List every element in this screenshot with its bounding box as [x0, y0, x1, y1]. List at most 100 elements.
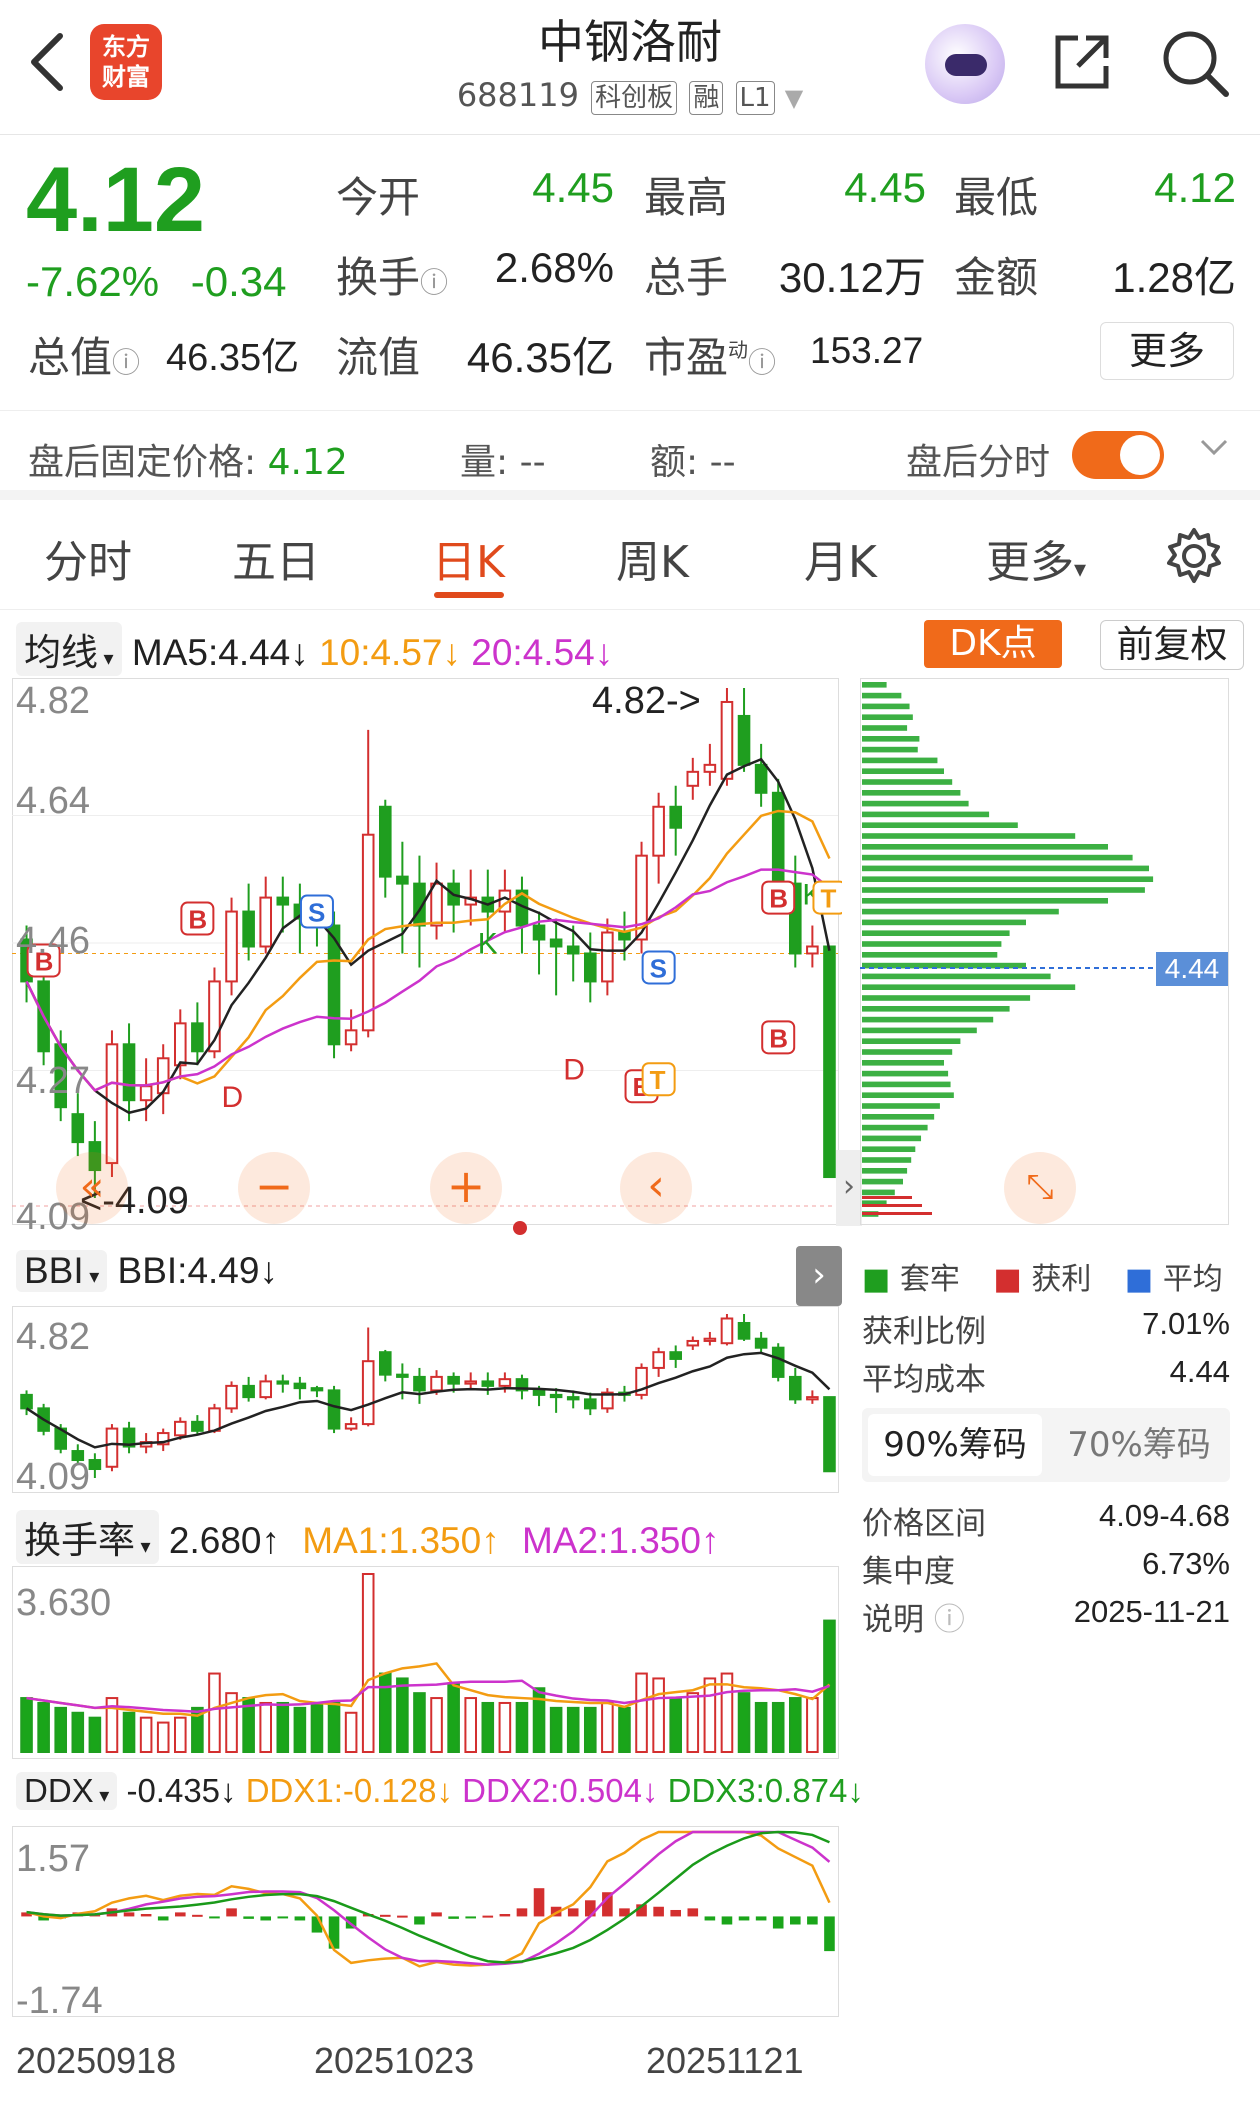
info-icon[interactable]: ⓘ — [748, 346, 776, 379]
turnover-bar — [703, 1677, 717, 1753]
turnover-bar — [396, 1677, 409, 1753]
stock-meta[interactable]: 688119 科创板 融 L1 ▼ — [400, 76, 860, 115]
chip-bar — [862, 1027, 977, 1034]
candle-body — [823, 1396, 836, 1473]
turnover-bar — [737, 1692, 751, 1754]
turnover-bar — [464, 1697, 478, 1753]
candle-body — [652, 805, 665, 857]
ddx-selector[interactable]: DDX ▾ — [16, 1772, 118, 1810]
tab-weekly-k[interactable]: 周K — [616, 526, 689, 590]
turnover-bar — [481, 1701, 495, 1753]
pe-label[interactable]: 市盈动ⓘ — [644, 324, 776, 385]
expand-right-icon[interactable]: › — [836, 1150, 862, 1226]
turnover-selector[interactable]: 换手率 ▾ — [16, 1510, 159, 1564]
info-icon[interactable]: ⓘ — [420, 266, 448, 299]
candle-body — [361, 833, 375, 1032]
logo-text-line2: 财富 — [102, 63, 150, 91]
ddx-bar — [192, 1914, 203, 1917]
turnover-bar — [276, 1701, 290, 1753]
candle-body — [173, 1420, 187, 1437]
tab-more[interactable]: 更多▾ — [986, 526, 1086, 590]
note-row[interactable]: 说明 ⓘ 2025-11-21 — [862, 1594, 1230, 1639]
ddx-bar — [123, 1912, 135, 1917]
total-mv-label[interactable]: 总值ⓘ — [28, 324, 140, 385]
open-label: 今开 — [336, 173, 421, 222]
ai-assistant-icon[interactable] — [925, 24, 1005, 104]
collapse-panel-icon[interactable]: › — [796, 1246, 842, 1306]
candle-body — [720, 1317, 734, 1345]
ddx-bar — [226, 1908, 237, 1917]
turnover-value: 2.68% — [494, 244, 614, 291]
turnover-label[interactable]: 换手ⓘ — [336, 244, 448, 305]
max-price-marker: 4.82-> — [592, 680, 701, 722]
ddx-bar — [738, 1916, 750, 1921]
low-value: 4.12 — [1154, 164, 1236, 211]
info-icon[interactable]: ⓘ — [934, 1602, 965, 1638]
after-hours-toggle[interactable] — [1072, 431, 1164, 479]
app-logo[interactable]: 东方 财富 — [90, 24, 162, 100]
back-arrow-icon[interactable] — [24, 30, 74, 104]
candle-body — [71, 1113, 85, 1144]
ddx-bar — [482, 1915, 494, 1918]
turnover-bar — [122, 1711, 136, 1753]
zoom-in-icon[interactable]: + — [430, 1152, 502, 1224]
chip-bar — [862, 1114, 935, 1120]
scroll-left-fast-icon[interactable]: « — [56, 1152, 128, 1224]
candle-body — [686, 1339, 700, 1347]
signal-marker-k: K — [478, 928, 498, 961]
chip-bar — [862, 984, 1076, 991]
candle-body — [396, 1373, 409, 1378]
turnover-bar — [515, 1701, 529, 1753]
chip-bar — [862, 833, 1076, 839]
tab-daily-k[interactable]: 日K — [432, 526, 505, 590]
zoom-out-icon[interactable]: − — [238, 1152, 310, 1224]
tab-intraday[interactable]: 分时 — [44, 526, 132, 590]
y-label: 4.82 — [16, 680, 90, 722]
candle-body — [208, 1407, 221, 1432]
gear-icon[interactable] — [1164, 526, 1224, 590]
ddx-bar — [567, 1908, 579, 1917]
ddx-bar — [431, 1912, 442, 1917]
share-icon[interactable] — [1050, 30, 1114, 94]
signal-marker-d: D — [563, 1053, 585, 1086]
avg-cost-row: 平均成本 4.44 — [862, 1354, 1230, 1398]
tag-star-market: 科创板 — [591, 81, 678, 115]
stock-name: 中钢洛耐 — [538, 15, 722, 69]
bbi-chart[interactable] — [12, 1306, 842, 1496]
ddx-bar — [653, 1906, 664, 1917]
bbi-selector[interactable]: BBI ▾ — [16, 1250, 108, 1292]
scroll-left-icon[interactable]: ‹ — [620, 1152, 692, 1224]
tab-monthly-k[interactable]: 月K — [804, 526, 877, 590]
adjust-button[interactable]: 前复权 — [1100, 620, 1244, 670]
chip-bar — [862, 822, 1018, 829]
turnover-bar — [54, 1706, 68, 1753]
dk-points-button[interactable]: DK点 — [924, 620, 1062, 668]
signal-marker-d: D — [222, 1081, 244, 1114]
chevron-down-icon[interactable] — [1196, 429, 1232, 469]
chip-bar — [862, 1049, 953, 1055]
turnover-chart[interactable] — [12, 1566, 842, 1762]
chip-tab-70[interactable]: 70%筹码 — [1052, 1414, 1226, 1476]
turnover-bar — [378, 1672, 392, 1753]
turnover-bar — [447, 1682, 460, 1753]
tab-five-day[interactable]: 五日 — [232, 526, 320, 590]
after-hours-intraday-label: 盘后分时 — [906, 442, 1051, 483]
kline-chart[interactable]: BBSKDDBTSBBKT — [12, 678, 842, 1238]
chip-tab-90[interactable]: 90%筹码 — [868, 1414, 1042, 1476]
turnover-bar — [498, 1701, 512, 1753]
ddx-bar — [379, 1914, 391, 1917]
y-label: -1.74 — [16, 1980, 103, 2022]
turnover-bar — [652, 1677, 665, 1753]
ma-selector[interactable]: 均线 ▾ — [16, 622, 122, 676]
info-icon[interactable]: ⓘ — [112, 346, 140, 379]
search-icon[interactable] — [1160, 28, 1230, 98]
amount-label: 金额 — [954, 253, 1039, 302]
chip-bar — [862, 736, 920, 742]
turnover-bar — [259, 1701, 273, 1753]
ddx-chart[interactable] — [12, 1826, 842, 2022]
ddx-bar — [670, 1909, 682, 1917]
chevron-down-icon[interactable]: ▼ — [785, 84, 803, 112]
more-button[interactable]: 更多 — [1100, 322, 1234, 380]
chip-bar — [862, 811, 990, 818]
turnover-bar — [583, 1706, 597, 1753]
